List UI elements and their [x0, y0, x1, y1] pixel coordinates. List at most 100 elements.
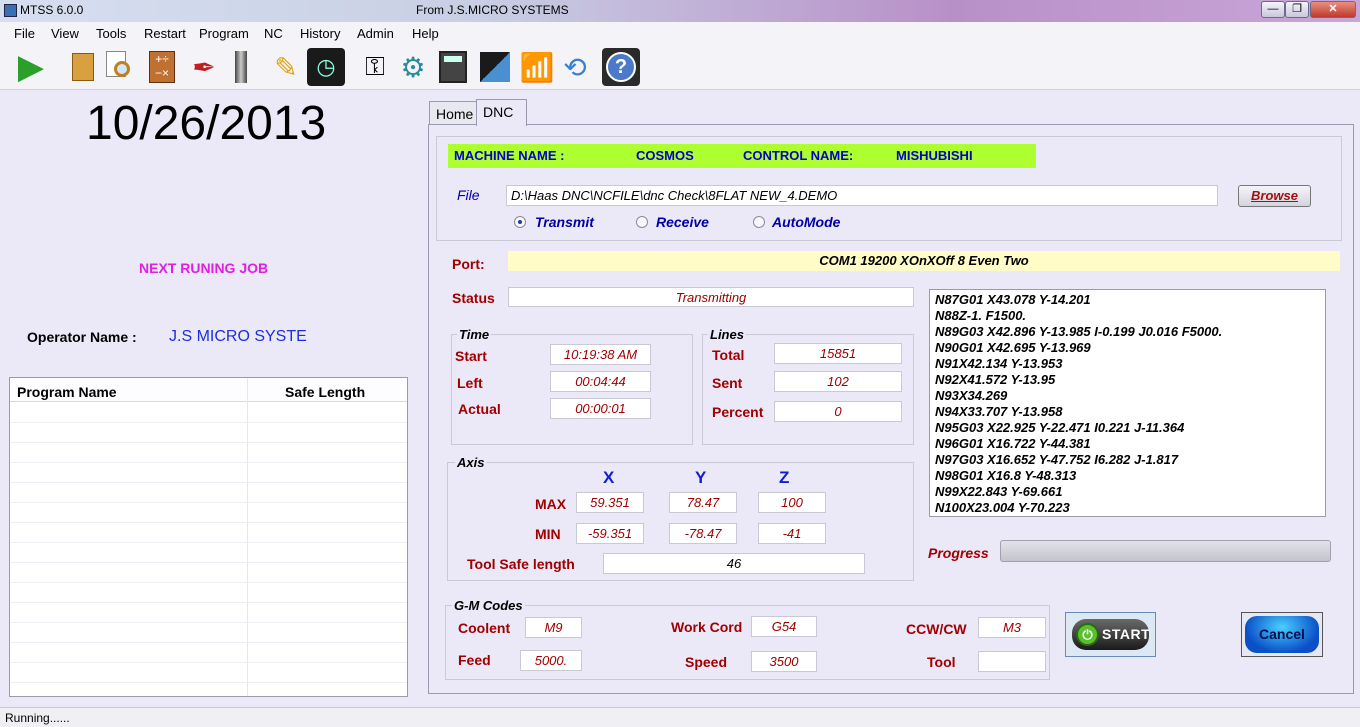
axis-min-label: MIN: [535, 526, 561, 542]
toolbar: ▶ +÷ −× ✒ ✎ ◷ ⚿ ⚙ 📶 ⟲ ?: [0, 44, 1360, 90]
browse-button[interactable]: Browse: [1238, 185, 1311, 207]
menu-help[interactable]: Help: [412, 26, 439, 41]
row-divider: [10, 662, 407, 663]
wireless-antenna-icon[interactable]: 📶: [518, 48, 556, 86]
tool-value[interactable]: [978, 651, 1046, 672]
column-program-name[interactable]: Program Name: [17, 384, 117, 400]
file-path-field[interactable]: D:\Haas DNC\NCFILE\dnc Check\8FLAT NEW_4…: [506, 185, 1218, 206]
start-button-label: START: [1102, 626, 1151, 642]
settings-gear-icon[interactable]: ⚙: [394, 48, 432, 86]
calculator-book-icon[interactable]: +÷ −×: [143, 48, 181, 86]
gcode-line: N93X34.269: [935, 388, 1008, 403]
drill-icon[interactable]: [222, 48, 260, 86]
search-document-icon[interactable]: [100, 48, 138, 86]
row-divider: [10, 562, 407, 563]
open-folder-icon[interactable]: [64, 48, 102, 86]
program-table[interactable]: Program Name Safe Length: [9, 377, 408, 697]
window-caption: From J.S.MICRO SYSTEMS: [416, 3, 569, 17]
menu-view[interactable]: View: [51, 26, 79, 41]
operator-name-label: Operator Name :: [27, 329, 137, 345]
next-running-job-label: NEXT RUNING JOB: [139, 260, 269, 276]
minimize-button[interactable]: —: [1261, 1, 1285, 18]
row-divider: [10, 642, 407, 643]
row-divider: [10, 542, 407, 543]
port-label: Port:: [452, 256, 485, 272]
current-date: 10/26/2013: [86, 97, 327, 150]
ccw-cw-label: CCW/CW: [906, 621, 967, 637]
sent-lines-label: Sent: [712, 375, 743, 391]
start-button-face[interactable]: ⏻ START: [1072, 619, 1151, 650]
start-time-label: Start: [455, 348, 487, 364]
app-icon: [4, 4, 17, 17]
gcode-line: N94X33.707 Y-13.958: [935, 404, 1063, 419]
menu-program[interactable]: Program: [199, 26, 249, 41]
menu-restart[interactable]: Restart: [144, 26, 186, 41]
feed-label: Feed: [458, 652, 491, 668]
help-icon[interactable]: ?: [602, 48, 640, 86]
gcode-line: N90G01 X42.695 Y-13.969: [935, 340, 1091, 355]
receive-radio[interactable]: [636, 216, 648, 228]
axis-group-title: Axis: [455, 455, 487, 470]
gcode-listing[interactable]: N87G01 X43.078 Y-14.201 N88Z-1. F1500. N89…: [929, 289, 1326, 517]
menu-file[interactable]: File: [14, 26, 35, 41]
key-user-icon[interactable]: ⚿: [356, 48, 394, 86]
automode-label[interactable]: AutoMode: [772, 214, 840, 230]
gcode-line: N99X22.843 Y-69.661: [935, 484, 1063, 499]
maximize-button[interactable]: ❐: [1285, 1, 1309, 18]
cancel-button[interactable]: Cancel: [1241, 612, 1323, 657]
gcode-line: N100X23.004 Y-70.223: [935, 500, 1070, 515]
menu-tools[interactable]: Tools: [96, 26, 126, 41]
column-safe-length[interactable]: Safe Length: [285, 384, 365, 400]
gcode-line: N98G01 X16.8 Y-48.313: [935, 468, 1077, 483]
menu-history[interactable]: History: [300, 26, 340, 41]
gcode-line: N96G01 X16.722 Y-44.381: [935, 436, 1091, 451]
time-actual-label: Actual: [458, 401, 501, 417]
tool-label: Tool: [927, 654, 956, 670]
time-actual-value: 00:00:01: [550, 398, 651, 419]
time-group-title: Time: [457, 327, 492, 342]
axis-x-header: X: [603, 468, 615, 487]
refresh-arrow-icon[interactable]: ⟲: [556, 48, 594, 86]
transmit-radio[interactable]: [514, 216, 526, 228]
receive-label[interactable]: Receive: [656, 214, 709, 230]
axis-max-y: 78.47: [669, 492, 737, 513]
start-time-value: 10:19:38 AM: [550, 344, 651, 365]
gcode-line: N91X42.134 Y-13.953: [935, 356, 1063, 371]
speed-value: 3500: [751, 651, 817, 672]
start-button[interactable]: ⏻ START: [1065, 612, 1156, 657]
close-button[interactable]: ✕: [1310, 1, 1356, 18]
axis-min-x: -59.351: [576, 523, 644, 544]
control-name-value: MISHUBISHI: [896, 148, 973, 163]
axis-max-label: MAX: [535, 496, 567, 512]
gcode-line: N87G01 X43.078 Y-14.201: [935, 292, 1091, 307]
play-icon[interactable]: ▶: [12, 48, 50, 86]
gcode-line: N95G03 X22.925 Y-22.471 I0.221 J-11.364: [935, 420, 1185, 435]
automode-radio[interactable]: [753, 216, 765, 228]
coolent-label: Coolent: [458, 620, 511, 636]
blocks-icon[interactable]: [476, 48, 514, 86]
edit-pencil-icon[interactable]: ✎: [267, 48, 305, 86]
history-clock-icon[interactable]: ◷: [307, 48, 345, 86]
row-divider: [10, 582, 407, 583]
work-cord-value: G54: [751, 616, 817, 637]
status-label: Status: [452, 290, 495, 306]
menu-nc[interactable]: NC: [264, 26, 283, 41]
row-divider: [10, 502, 407, 503]
power-icon: ⏻: [1076, 623, 1099, 646]
total-lines-label: Total: [712, 347, 745, 363]
pen-icon[interactable]: ✒: [185, 48, 223, 86]
row-divider: [10, 622, 407, 623]
gcode-line: N92X41.572 Y-13.95: [935, 372, 1056, 387]
row-divider: [10, 522, 407, 523]
transmit-label[interactable]: Transmit: [535, 214, 594, 230]
column-divider: [247, 378, 248, 696]
title-bar: MTSS 6.0.0 From J.S.MICRO SYSTEMS — ❐ ✕: [0, 0, 1360, 22]
time-left-value: 00:04:44: [550, 371, 651, 392]
tab-home[interactable]: Home: [429, 101, 477, 125]
file-label: File: [457, 187, 480, 203]
app-name: MTSS 6.0.0: [20, 3, 84, 17]
tab-dnc[interactable]: DNC: [476, 99, 527, 126]
calculator-icon[interactable]: [434, 48, 472, 86]
menu-admin[interactable]: Admin: [357, 26, 394, 41]
cancel-button-label[interactable]: Cancel: [1245, 616, 1319, 653]
